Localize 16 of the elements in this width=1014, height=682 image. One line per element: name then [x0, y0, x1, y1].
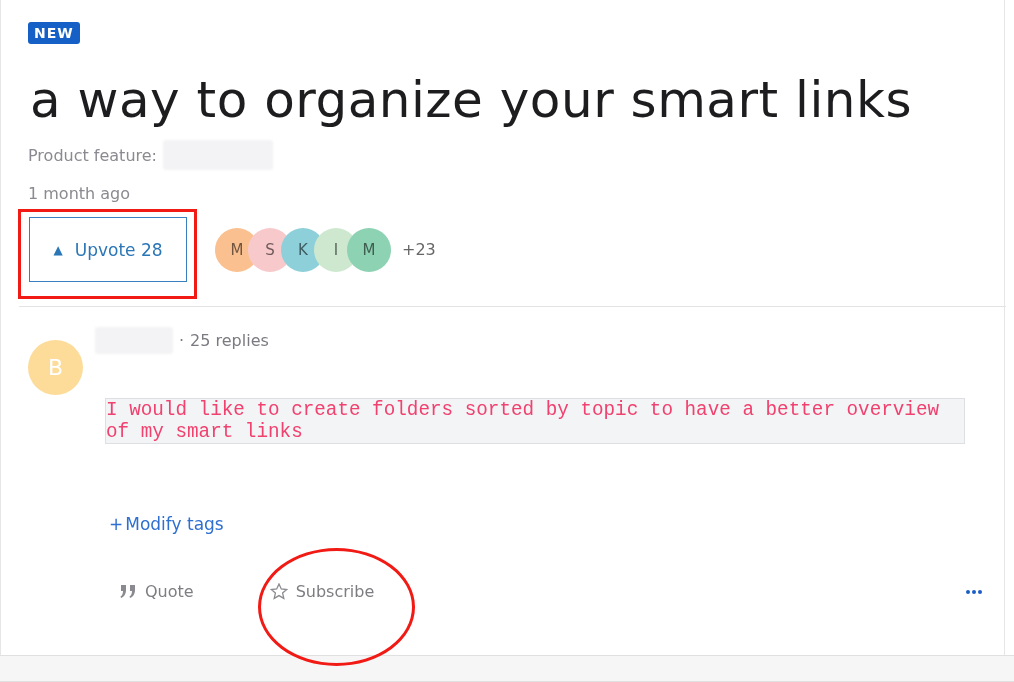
modify-tags-link[interactable]: +Modify tags [109, 514, 224, 534]
quote-icon [120, 585, 137, 598]
post-title: a way to organize your smart links [30, 70, 913, 131]
post-time: 1 month ago [28, 184, 132, 203]
upvote-button[interactable]: ▲ Upvote 28 [29, 217, 187, 282]
subscribe-button[interactable]: Subscribe [269, 582, 375, 601]
quote-button[interactable]: Quote [120, 582, 194, 601]
feature-label: Product feature: [28, 145, 157, 165]
reply-count: 25 replies [190, 331, 269, 350]
new-badge: NEW [28, 22, 80, 44]
user-avatar: B [28, 340, 83, 395]
voter-avatar: M [347, 227, 391, 272]
separator-dot: · [179, 331, 185, 350]
voter-count: +23 [402, 240, 436, 259]
post-body: I would like to create folders sorted by topic to have a better overview of my smart links [105, 398, 965, 444]
star-icon [269, 583, 288, 600]
